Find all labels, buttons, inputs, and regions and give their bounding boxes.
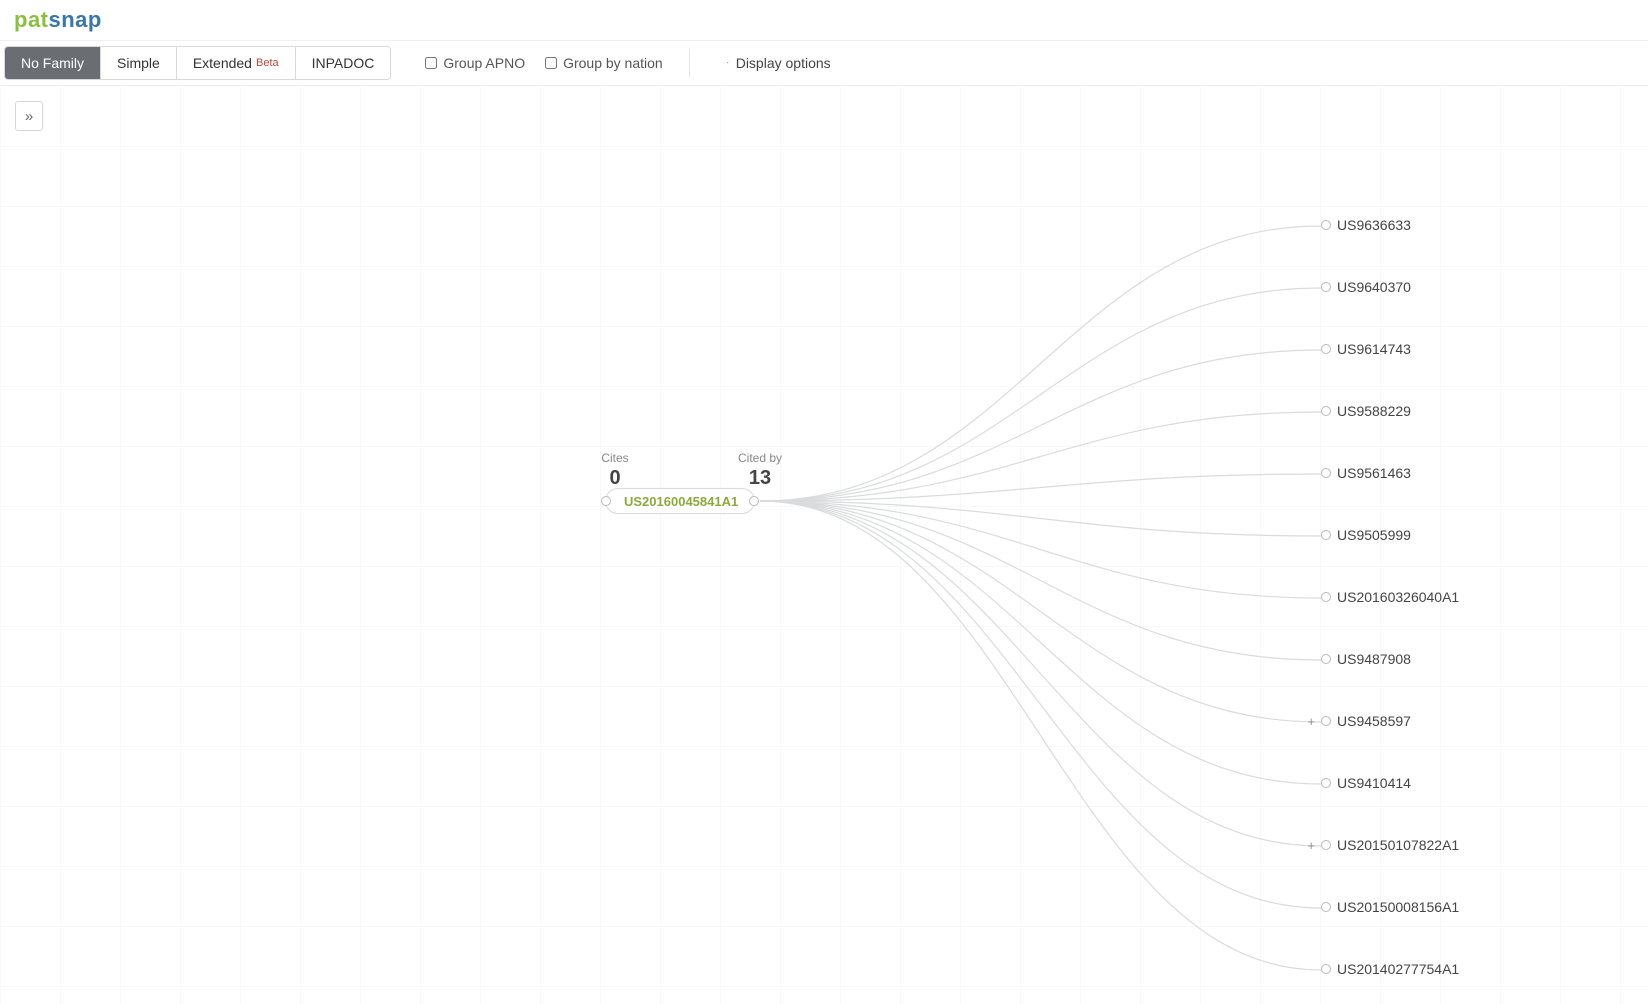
cited-by-node[interactable]: US9636633	[1305, 217, 1411, 233]
tab-simple[interactable]: Simple	[101, 47, 177, 79]
cited-by-node[interactable]: US9588229	[1305, 403, 1411, 419]
display-options-label: Display options	[736, 55, 831, 71]
toolbar: No Family Simple Extended Beta INPADOC Group…	[0, 40, 1648, 86]
toolbar-divider	[689, 49, 690, 77]
patent-id[interactable]: US9614743	[1337, 341, 1411, 357]
node-anchor[interactable]	[1321, 468, 1331, 478]
tab-label: Extended	[193, 55, 252, 71]
patent-id[interactable]: US9588229	[1337, 403, 1411, 419]
citation-edge	[760, 501, 1321, 722]
patent-id[interactable]: US20150008156A1	[1337, 899, 1459, 915]
citation-edge	[760, 501, 1321, 908]
citedby-count: 13	[725, 467, 795, 490]
cites-label: Cites	[601, 451, 628, 465]
group-apno-checkbox[interactable]: Group APNO	[425, 55, 525, 71]
node-anchor[interactable]	[1321, 964, 1331, 974]
node-anchor[interactable]	[1321, 902, 1331, 912]
graph-canvas[interactable]: » US20160045841A1 Cites 0 Cited by 13 US96366…	[0, 86, 1648, 1004]
node-anchor[interactable]	[1321, 220, 1331, 230]
cited-by-node[interactable]: US9640370	[1305, 279, 1411, 295]
cites-count: 0	[585, 467, 645, 490]
cited-by-node[interactable]: US20140277754A1	[1305, 961, 1459, 977]
citedby-label: Cited by	[738, 451, 782, 465]
node-anchor[interactable]	[1321, 716, 1331, 726]
center-patent-id: US20160045841A1	[606, 494, 756, 509]
tab-no-family[interactable]: No Family	[5, 47, 101, 79]
patent-id[interactable]: US9561463	[1337, 465, 1411, 481]
node-anchor[interactable]	[1321, 344, 1331, 354]
patent-id[interactable]: US9487908	[1337, 651, 1411, 667]
node-anchor[interactable]	[1321, 406, 1331, 416]
beta-badge: Beta	[256, 57, 279, 69]
group-nation-label: Group by nation	[563, 55, 663, 71]
expand-icon[interactable]: +	[1305, 714, 1315, 729]
group-apno-input[interactable]	[425, 57, 437, 69]
citation-edge	[760, 226, 1321, 501]
patent-id[interactable]: US20140277754A1	[1337, 961, 1459, 977]
tab-extended[interactable]: Extended Beta	[177, 47, 296, 79]
cites-anchor[interactable]	[601, 496, 611, 506]
sidepanel-toggle[interactable]: »	[15, 101, 43, 131]
citedby-counter: Cited by 13	[725, 451, 795, 490]
citation-edge	[760, 350, 1321, 501]
display-options-button[interactable]: Display options	[716, 55, 831, 71]
citation-edge	[760, 501, 1321, 846]
gear-icon	[716, 56, 730, 70]
group-apno-label: Group APNO	[443, 55, 525, 71]
node-anchor[interactable]	[1321, 530, 1331, 540]
citedby-anchor[interactable]	[749, 496, 759, 506]
patent-id[interactable]: US9636633	[1337, 217, 1411, 233]
chevron-right-icon: »	[25, 108, 33, 125]
group-nation-checkbox[interactable]: Group by nation	[545, 55, 663, 71]
logo: patsnap	[14, 7, 102, 33]
tab-label: No Family	[21, 55, 84, 71]
tab-label: INPADOC	[312, 55, 375, 71]
patent-id[interactable]: US20160326040A1	[1337, 589, 1459, 605]
patent-id[interactable]: US9458597	[1337, 713, 1411, 729]
patent-id[interactable]: US9640370	[1337, 279, 1411, 295]
citation-edge	[760, 412, 1321, 501]
patent-id[interactable]: US20150107822A1	[1337, 837, 1459, 853]
cited-by-node[interactable]: US9487908	[1305, 651, 1411, 667]
group-options: Group APNO Group by nation	[425, 55, 662, 71]
citation-edge	[760, 501, 1321, 598]
logo-part2: snap	[49, 7, 102, 32]
patent-id[interactable]: US9505999	[1337, 527, 1411, 543]
citation-edge	[760, 501, 1321, 536]
node-anchor[interactable]	[1321, 282, 1331, 292]
citation-edge	[760, 501, 1321, 784]
node-anchor[interactable]	[1321, 778, 1331, 788]
center-patent-node[interactable]: US20160045841A1	[605, 488, 755, 514]
citation-edge	[760, 501, 1321, 970]
group-nation-input[interactable]	[545, 57, 557, 69]
cited-by-node[interactable]: US20160326040A1	[1305, 589, 1459, 605]
cited-by-node[interactable]: US9614743	[1305, 341, 1411, 357]
cited-by-node[interactable]: US9505999	[1305, 527, 1411, 543]
cited-by-node[interactable]: US20150008156A1	[1305, 899, 1459, 915]
citation-edge	[760, 474, 1321, 501]
node-anchor[interactable]	[1321, 654, 1331, 664]
node-anchor[interactable]	[1321, 840, 1331, 850]
tab-label: Simple	[117, 55, 160, 71]
expand-icon[interactable]: +	[1305, 838, 1315, 853]
cites-counter: Cites 0	[585, 451, 645, 490]
cited-by-node[interactable]: + US20150107822A1	[1305, 837, 1459, 853]
citation-edge	[760, 501, 1321, 660]
app-header: patsnap	[0, 0, 1648, 40]
patent-id[interactable]: US9410414	[1337, 775, 1411, 791]
cited-by-node[interactable]: US9561463	[1305, 465, 1411, 481]
logo-part1: pat	[14, 7, 49, 32]
citation-edge	[760, 288, 1321, 501]
tab-inpadoc[interactable]: INPADOC	[296, 47, 391, 79]
family-tabs: No Family Simple Extended Beta INPADOC	[4, 46, 391, 80]
node-anchor[interactable]	[1321, 592, 1331, 602]
cited-by-node[interactable]: + US9458597	[1305, 713, 1411, 729]
cited-by-node[interactable]: US9410414	[1305, 775, 1411, 791]
